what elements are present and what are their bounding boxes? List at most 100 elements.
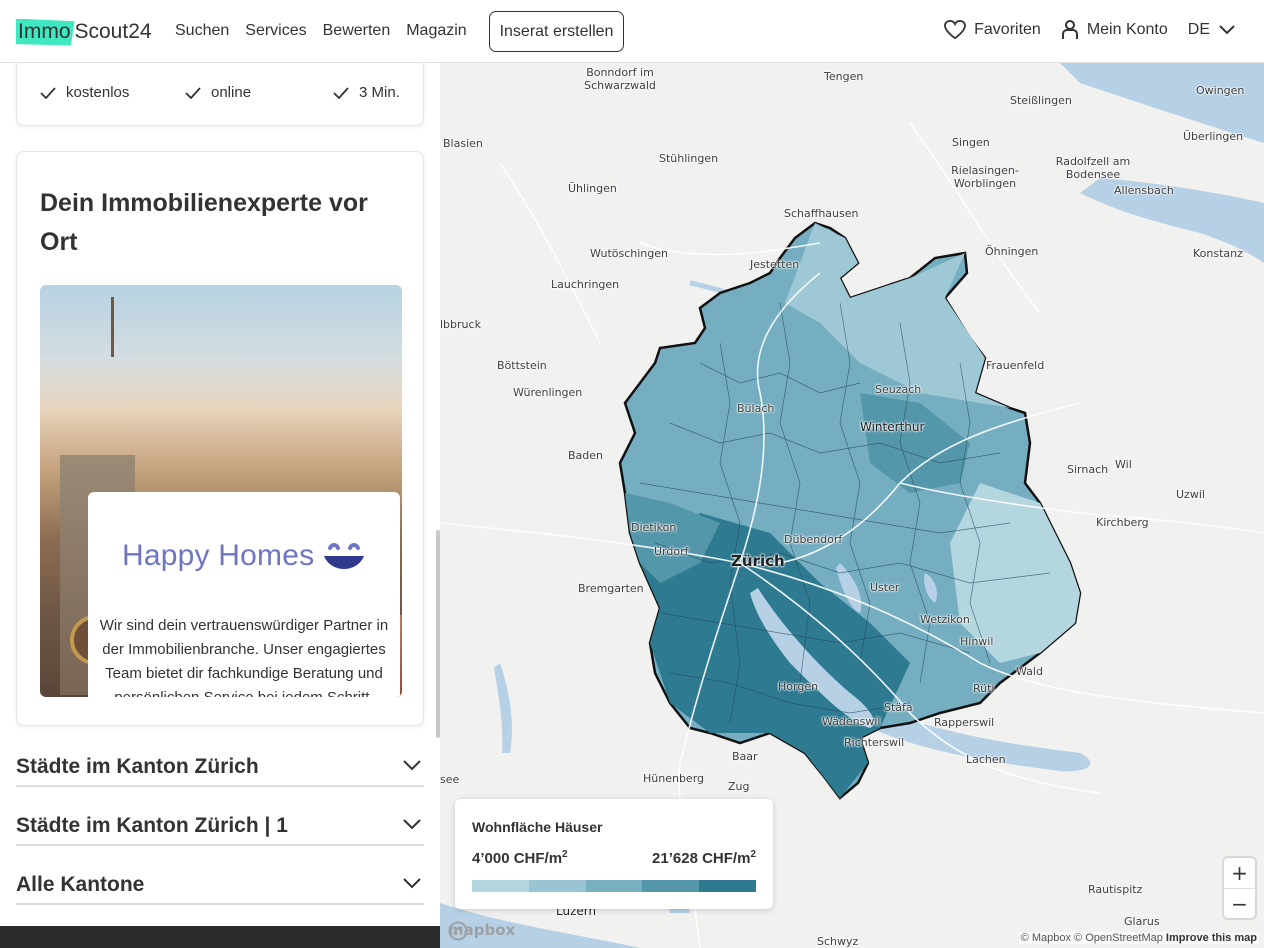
nav-suchen[interactable]: Suchen (175, 22, 229, 40)
zoom-out-button[interactable]: − (1224, 889, 1255, 919)
check-icon (333, 86, 349, 99)
map[interactable]: Zürich Winterthur Dübendorf Uster Wetzik… (440, 63, 1264, 948)
check-icon (185, 86, 201, 99)
immoscout24-logo[interactable]: Immo Scout24 (16, 18, 152, 46)
heart-icon (944, 20, 967, 40)
feature-label: online (211, 84, 252, 101)
map-label-town: Überlingen (1183, 130, 1244, 143)
logo-scout: Scout24 (74, 20, 152, 43)
legend-swatch (699, 880, 756, 892)
agency-name: Happy Homes (122, 539, 315, 572)
legend-max-value: 21’628 CHF/m (652, 850, 751, 867)
map-label-town: Bremgarten (578, 582, 644, 595)
feature-item: 3 Min. (333, 84, 400, 101)
agency-card[interactable]: Happy Homes Wir sind dein vertrauenswürd… (88, 492, 400, 697)
map-label-town: Lauchringen (551, 278, 620, 291)
legend-min-value: 4’000 CHF/m (472, 850, 563, 867)
map-label-town: Dübendorf (784, 533, 843, 546)
user-icon (1061, 20, 1078, 39)
map-label-town: Rautispitz (1088, 883, 1143, 896)
map-label-town: Hünenberg (643, 772, 705, 785)
map-label-town: Rapperswil (934, 716, 995, 729)
favorites-label: Favoriten (974, 21, 1041, 38)
chevron-down-icon (403, 878, 421, 889)
map-label-town: Tengen (824, 70, 864, 83)
language-label: DE (1187, 21, 1210, 38)
footer-bar (0, 926, 440, 948)
map-label-town: Rielasingen-Worblingen (951, 164, 1019, 190)
map-label-town: Baar (732, 750, 758, 763)
map-label-town: Stühlingen (659, 152, 719, 165)
map-label-town: Dietikon (631, 521, 677, 534)
zoom-controls: + − (1224, 858, 1255, 918)
map-label-town: Steißlingen (1010, 94, 1072, 107)
chevron-down-icon (1219, 25, 1235, 35)
nav-services[interactable]: Services (245, 22, 306, 40)
smile-icon (324, 543, 365, 569)
map-label-town: Schaffhausen (784, 207, 859, 220)
map-legend: Wohnfläche Häuser 4’000 CHF/m2 21’628 CH… (455, 799, 773, 909)
map-label-town: Ühlingen (568, 182, 617, 195)
accordion-cities-zurich[interactable]: Städte im Kanton Zürich (16, 751, 424, 787)
favorites-link[interactable]: Favoriten (944, 20, 1041, 40)
main-nav: Suchen Services Bewerten Magazin (175, 22, 467, 40)
improve-map-link[interactable]: Improve this map (1166, 932, 1257, 944)
logo-immo: Immo (16, 18, 75, 46)
features-card: kostenlos online 3 Min. (16, 63, 424, 126)
mapbox-logo[interactable]: mapbox (448, 921, 515, 941)
header-actions: Favoriten Mein Konto DE (944, 20, 1236, 40)
agency-logo: Happy Homes (122, 538, 366, 574)
map-label-town: Sirnach (1067, 463, 1109, 476)
map-label-town: Rüti (973, 682, 995, 695)
photo-spire (111, 297, 114, 357)
sidebar: kostenlos online 3 Min. Dein Immobiliene… (0, 63, 440, 948)
map-label-town: Wutöschingen (590, 247, 668, 260)
map-label-town: Glarus (1124, 915, 1160, 928)
map-label-town: Kirchberg (1096, 516, 1149, 529)
accordion-label: Städte im Kanton Zürich (16, 755, 259, 778)
attribution-osm[interactable]: © OpenStreetMap (1074, 932, 1163, 944)
mapbox-icon (448, 921, 468, 941)
map-label-town: Böttstein (497, 359, 547, 372)
legend-max-unit-exp: 2 (750, 849, 756, 860)
map-label-town: Konstanz (1193, 247, 1243, 260)
create-listing-button[interactable]: Inserat erstellen (489, 11, 624, 52)
legend-swatch (642, 880, 700, 892)
map-label-town: lbbruck (440, 318, 481, 331)
map-label-town: Bülach (737, 402, 775, 415)
zoom-in-button[interactable]: + (1224, 858, 1255, 888)
nav-bewerten[interactable]: Bewerten (323, 22, 391, 40)
legend-min: 4’000 CHF/m2 (472, 849, 568, 867)
attribution-mapbox[interactable]: © Mapbox (1021, 932, 1071, 944)
account-link[interactable]: Mein Konto (1061, 20, 1168, 40)
map-label-town: Uzwil (1176, 488, 1205, 501)
legend-min-unit-exp: 2 (562, 849, 568, 860)
legend-swatch (528, 880, 586, 892)
accordion-cities-zurich-1[interactable]: Städte im Kanton Zürich | 1 (16, 810, 424, 846)
map-label-town: Zug (728, 780, 750, 793)
account-label: Mein Konto (1086, 21, 1168, 38)
map-label-town: see (440, 773, 460, 786)
expert-title: Dein Immobilienexperte vor Ort (40, 189, 368, 256)
map-label-town: Uster (870, 581, 900, 594)
legend-title: Wohnfläche Häuser (472, 819, 603, 835)
chevron-down-icon (403, 760, 421, 771)
map-label-town: Wetzikon (920, 613, 970, 626)
feature-item: online (185, 84, 251, 101)
accordion-all-cantons[interactable]: Alle Kantone (16, 869, 424, 905)
map-label-town: Seuzach (875, 383, 922, 396)
map-label-town: Lachen (966, 753, 1006, 766)
map-label-town: Baden (568, 449, 604, 462)
feature-label: kostenlos (66, 84, 130, 101)
expert-card: Dein Immobilienexperte vor Ort Happy Hom… (16, 151, 424, 726)
map-label-town: Owingen (1196, 84, 1245, 97)
map-label-town: Würenlingen (513, 386, 583, 399)
map-label-city: Zürich (731, 552, 785, 570)
nav-magazin[interactable]: Magazin (406, 22, 466, 40)
map-label-town: Bonndorf im Schwarzwald (584, 66, 656, 92)
language-selector[interactable]: DE (1188, 21, 1236, 39)
map-label-town: Wädenswil (822, 715, 881, 728)
agency-description: Wir sind dein vertrauenswürdiger Partner… (99, 617, 389, 697)
feature-item: kostenlos (40, 84, 129, 101)
map-label-town: Stäfa (884, 701, 913, 714)
